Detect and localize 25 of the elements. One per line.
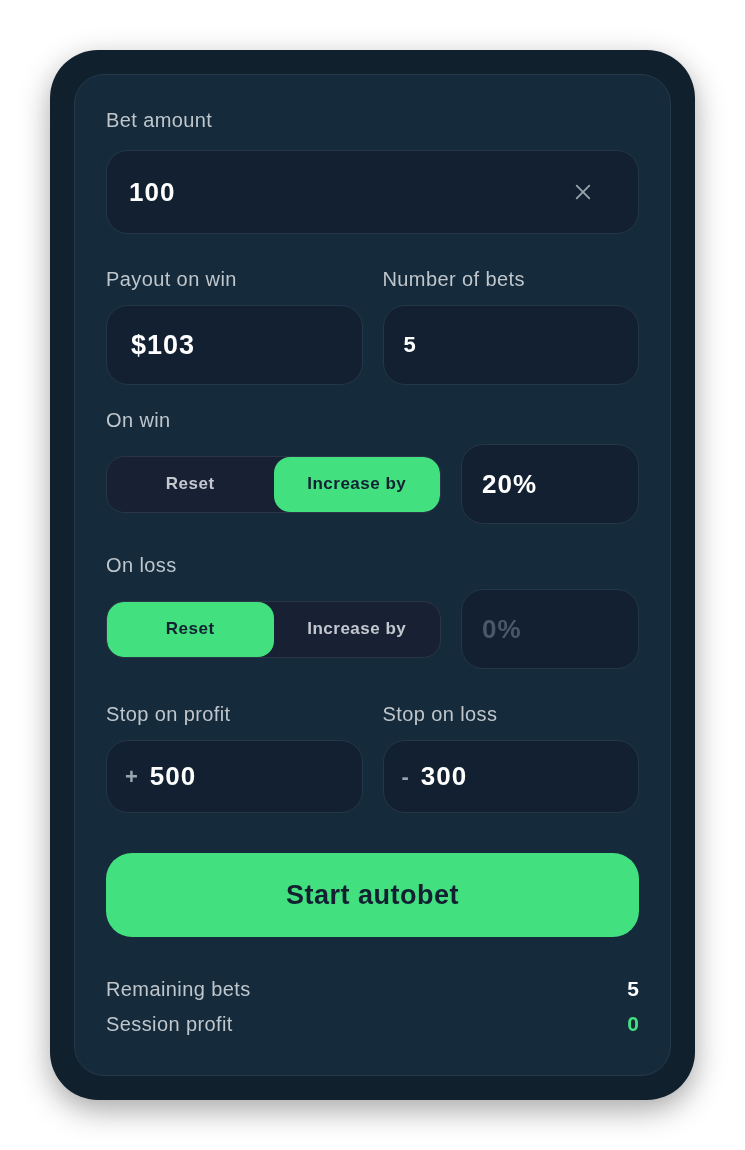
stop-on-loss-field[interactable]: - 300 (382, 740, 639, 813)
bet-amount-field[interactable]: 100 (106, 150, 639, 234)
sign-prefix: - (401, 763, 409, 790)
stat-value: 5 (627, 977, 639, 1001)
payout-field[interactable]: $103 (106, 305, 363, 385)
field-label: On loss (106, 554, 178, 577)
field-label: Payout on win (106, 268, 238, 291)
field-label: Stop on loss (382, 703, 499, 726)
field-label: Number of bets (382, 268, 526, 291)
option-button[interactable]: Reset (107, 456, 274, 512)
field-label: Stop on profit (106, 703, 232, 726)
field-label: Bet amount (106, 109, 214, 132)
sign-prefix: + (125, 763, 138, 790)
field-label: On win (106, 409, 172, 432)
option-button[interactable]: Increase by (273, 601, 440, 657)
start-autobet-button[interactable]: Start autobet (106, 853, 639, 937)
stat-label: Session profit (106, 1012, 233, 1036)
stop-on-profit-field[interactable]: + 500 (106, 740, 363, 813)
option-button[interactable]: Increase by (273, 456, 440, 512)
number-of-bets-field[interactable]: 5 (382, 305, 639, 385)
percent-field[interactable]: 20% (461, 444, 639, 524)
close-icon[interactable] (574, 183, 592, 201)
stat-label: Remaining bets (106, 977, 251, 1001)
option-button[interactable]: Reset (107, 601, 274, 657)
stat-value: 0 (627, 1012, 639, 1036)
